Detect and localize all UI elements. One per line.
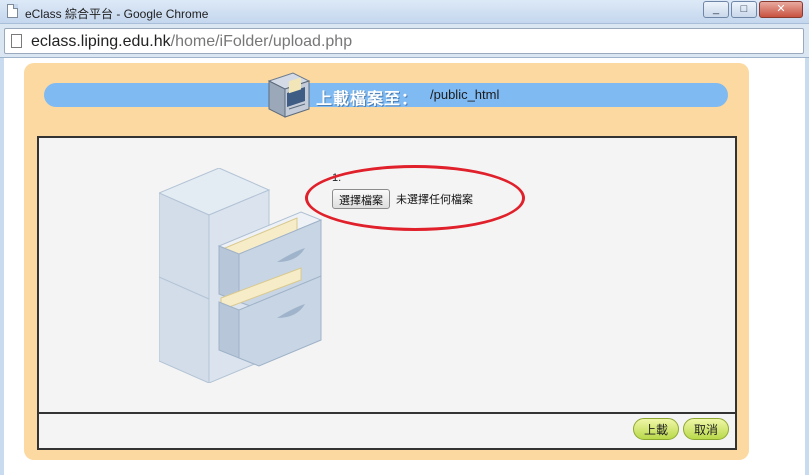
url-text: eclass.liping.edu.hk/home/iFolder/upload…: [31, 33, 352, 51]
file-cabinet-illustration: [159, 168, 323, 383]
file-cabinet-icon: [267, 72, 311, 118]
upload-to-label: 上載檔案至：: [316, 91, 419, 108]
minimize-button[interactable]: _: [703, 1, 729, 18]
file-input-row: 選擇檔案 未選擇任何檔案: [332, 189, 473, 209]
destination-folder: /public_html: [430, 87, 500, 102]
window-controls: _ □ ✕: [703, 1, 803, 18]
upload-header: 上載檔案至： /public_html: [44, 72, 728, 118]
url-field[interactable]: eclass.liping.edu.hk/home/iFolder/upload…: [4, 28, 804, 54]
title-bar: eClass 綜合平台 - Google Chrome _ □ ✕: [0, 0, 809, 24]
window-title: eClass 綜合平台 - Google Chrome: [25, 7, 209, 21]
cancel-button[interactable]: 取消: [682, 418, 729, 440]
upload-button[interactable]: 上載: [632, 418, 679, 440]
close-button[interactable]: ✕: [759, 1, 803, 18]
action-buttons: 上載 取消: [632, 418, 729, 440]
upload-panel: 上載檔案至： /public_html 1. 選擇檔案 未選擇任何檔案 上載 取…: [24, 63, 749, 460]
action-bar: 上載 取消: [37, 414, 737, 450]
page-icon: [11, 34, 22, 48]
no-file-selected-text: 未選擇任何檔案: [396, 193, 473, 206]
page-viewport: 上載檔案至： /public_html 1. 選擇檔案 未選擇任何檔案 上載 取…: [4, 58, 805, 475]
url-host: eclass.liping.edu.hk: [31, 33, 171, 50]
address-bar: eclass.liping.edu.hk/home/iFolder/upload…: [0, 24, 809, 58]
maximize-button[interactable]: □: [731, 1, 757, 18]
upload-form-area: 1. 選擇檔案 未選擇任何檔案: [37, 136, 737, 414]
page-icon: [7, 4, 18, 18]
choose-file-button[interactable]: 選擇檔案: [332, 189, 390, 209]
url-path: /home/iFolder/upload.php: [170, 33, 353, 50]
row-number: 1.: [332, 172, 342, 184]
